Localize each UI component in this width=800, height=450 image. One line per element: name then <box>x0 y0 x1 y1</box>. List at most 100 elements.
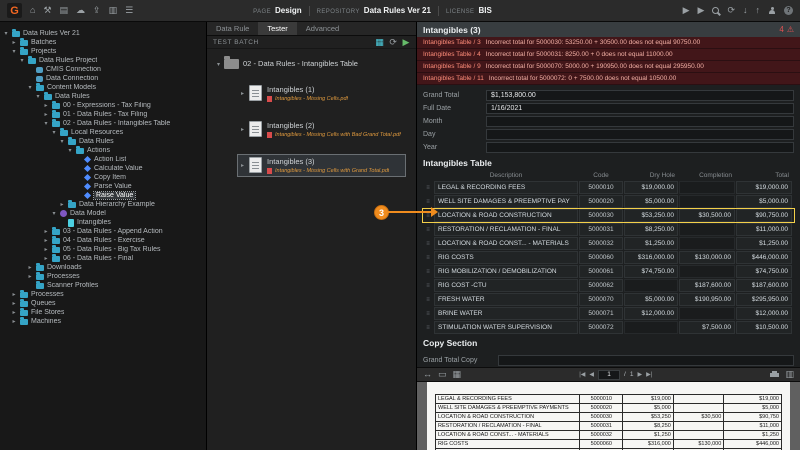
expand-arrow-icon[interactable]: ▾ <box>3 31 9 37</box>
col-header-dry-hole[interactable]: Dry Hole <box>624 172 678 179</box>
last-page-icon[interactable]: ▶| <box>646 371 652 378</box>
batches-icon[interactable]: ▤ <box>60 6 69 15</box>
tree-item-cmis-connection[interactable]: CMIS Connection <box>0 65 206 74</box>
cell-code[interactable]: 5000060 <box>579 251 623 264</box>
tab-data-rule[interactable]: Data Rule <box>207 22 258 35</box>
tree-item-01-data-rules-tax-filing[interactable]: ▸01 - Data Rules - Tax Filing <box>0 110 206 119</box>
run-all-icon[interactable]: ▶ <box>698 6 705 15</box>
col-header-description[interactable]: Description <box>434 172 578 179</box>
tree-item-04-data-rules-exercise[interactable]: ▸04 - Data Rules - Exercise <box>0 236 206 245</box>
fit-width-icon[interactable]: ↔ <box>423 370 432 379</box>
cell-code[interactable]: 5000032 <box>579 237 623 250</box>
expand-arrow-icon[interactable]: ▸ <box>43 103 49 109</box>
next-page-icon[interactable]: ▶ <box>637 371 642 378</box>
cell-total[interactable]: $5,000.00 <box>736 195 792 208</box>
expand-arrow-icon[interactable]: ▸ <box>59 202 65 208</box>
expand-arrow-icon[interactable]: ▸ <box>11 319 17 325</box>
tab-tester[interactable]: Tester <box>258 22 296 35</box>
cell-description[interactable]: STIMULATION WATER SUPERVISION <box>434 321 578 334</box>
cell-dry-hole[interactable]: $19,000.00 <box>624 181 678 194</box>
tree-item-data-connection[interactable]: Data Connection <box>0 74 206 83</box>
cell-completion[interactable] <box>679 195 735 208</box>
page-number-input[interactable]: 1 <box>598 370 620 380</box>
cell-completion[interactable] <box>679 181 735 194</box>
tree-item-03-data-rules-append-action[interactable]: ▸03 - Data Rules - Append Action <box>0 227 206 236</box>
run-icon[interactable]: ▶ <box>683 6 690 15</box>
tree-item-processes[interactable]: ▸Processes <box>0 272 206 281</box>
expand-arrow-icon[interactable]: ▸ <box>11 310 17 316</box>
row-handle-icon[interactable]: ≡ <box>423 321 433 334</box>
expand-arrow-icon[interactable]: ▸ <box>11 301 17 307</box>
validation-error[interactable]: Intangibles Table / 3Incorrect total for… <box>417 37 800 49</box>
expand-arrow-icon[interactable]: ▾ <box>19 58 25 64</box>
cell-description[interactable]: WELL SITE DAMAGES & PREEMPTIVE PAY <box>434 195 578 208</box>
table-row-well-site-damages-preemptive-pay[interactable]: ≡WELL SITE DAMAGES & PREEMPTIVE PAY50000… <box>423 195 794 208</box>
cell-dry-hole[interactable]: $5,000.00 <box>624 195 678 208</box>
validation-error[interactable]: Intangibles Table / 9Incorrect total for… <box>417 61 800 73</box>
cell-dry-hole[interactable]: $5,000.00 <box>624 293 678 306</box>
expand-arrow-icon[interactable]: ▾ <box>43 121 49 127</box>
tree-item-processes[interactable]: ▸Processes <box>0 290 206 299</box>
user-icon[interactable] <box>768 7 776 15</box>
help-icon[interactable]: ? <box>784 6 793 15</box>
cell-total[interactable]: $74,750.00 <box>736 265 792 278</box>
expand-arrow-icon[interactable]: ▸ <box>11 292 17 298</box>
tree-item-content-models[interactable]: ▾Content Models <box>0 83 206 92</box>
cell-code[interactable]: 5000031 <box>579 223 623 236</box>
expand-arrow-icon[interactable]: ▸ <box>241 126 244 133</box>
cell-dry-hole[interactable] <box>624 321 678 334</box>
col-header-completion[interactable]: Completion <box>679 172 735 179</box>
field-value[interactable] <box>486 129 794 140</box>
expand-arrow-icon[interactable]: ▸ <box>43 256 49 262</box>
thumbnail-grid-icon[interactable]: ▦ <box>453 370 462 379</box>
cell-total[interactable]: $10,500.00 <box>736 321 792 334</box>
tree-item-data-model[interactable]: ▾Data Model <box>0 209 206 218</box>
row-handle-icon[interactable]: ≡ <box>423 223 433 236</box>
cell-completion[interactable] <box>679 265 735 278</box>
table-row-rig-costs[interactable]: ≡RIG COSTS5000060$316,000.00$130,000.00$… <box>423 251 794 264</box>
fit-page-icon[interactable]: ▭ <box>438 370 447 379</box>
row-handle-icon[interactable]: ≡ <box>423 307 433 320</box>
expand-arrow-icon[interactable]: ▾ <box>27 85 33 91</box>
table-row-stimulation-water-supervision[interactable]: ≡STIMULATION WATER SUPERVISION5000072$7,… <box>423 321 794 334</box>
table-row-location-road-construction[interactable]: ≡LOCATION & ROAD CONSTRUCTION5000030$53,… <box>423 209 794 222</box>
expand-arrow-icon[interactable]: ▸ <box>27 274 33 280</box>
cell-dry-hole[interactable] <box>624 279 678 292</box>
expand-arrow-icon[interactable]: ▾ <box>11 49 17 55</box>
expand-arrow-icon[interactable]: ▸ <box>241 90 244 97</box>
cell-total[interactable]: $1,250.00 <box>736 237 792 250</box>
cell-completion[interactable]: $130,000.00 <box>679 251 735 264</box>
download-icon[interactable]: ↓ <box>743 6 748 15</box>
cell-completion[interactable]: $187,600.00 <box>679 279 735 292</box>
tree-item-05-data-rules-big-tax-rules[interactable]: ▸05 - Data Rules - Big Tax Rules <box>0 245 206 254</box>
cell-dry-hole[interactable]: $8,250.00 <box>624 223 678 236</box>
tree-item-02-data-rules-intangibles-table[interactable]: ▾02 - Data Rules - Intangibles Table <box>0 119 206 128</box>
expand-arrow-icon[interactable]: ▸ <box>27 265 33 271</box>
expand-arrow-icon[interactable]: ▾ <box>51 130 57 136</box>
validation-error[interactable]: Intangibles Table / 4Incorrect total for… <box>417 49 800 61</box>
row-handle-icon[interactable]: ≡ <box>423 181 433 194</box>
table-row-location-road-const-materials[interactable]: ≡LOCATION & ROAD CONST... - MATERIALS500… <box>423 237 794 250</box>
tree-item-data-rules[interactable]: ▾Data Rules <box>0 92 206 101</box>
home-icon[interactable]: ⌂ <box>30 6 35 15</box>
doc-item-intangibles-1[interactable]: ▸Intangibles (1)Intangibles - Missing Ce… <box>237 82 406 105</box>
tree-item-downloads[interactable]: ▸Downloads <box>0 263 206 272</box>
cell-code[interactable]: 5000070 <box>579 293 623 306</box>
cell-dry-hole[interactable]: $53,250.00 <box>624 209 678 222</box>
stats-icon[interactable]: ▥ <box>109 6 118 15</box>
tree-item-parse-value[interactable]: Parse Value <box>0 182 206 191</box>
expand-arrow-icon[interactable]: ▾ <box>35 94 41 100</box>
first-page-icon[interactable]: |◀ <box>579 371 585 378</box>
cell-code[interactable]: 5000061 <box>579 265 623 278</box>
cell-description[interactable]: RESTORATION / RECLAMATION - FINAL <box>434 223 578 236</box>
row-handle-icon[interactable]: ≡ <box>423 293 433 306</box>
cell-completion[interactable]: $190,950.00 <box>679 293 735 306</box>
expand-arrow-icon[interactable]: ▸ <box>43 247 49 253</box>
field-value[interactable] <box>486 142 794 153</box>
tree-item-local-resources[interactable]: ▾Local Resources <box>0 128 206 137</box>
import-icon[interactable]: ⇪ <box>93 6 101 15</box>
tab-advanced[interactable]: Advanced <box>297 22 348 35</box>
tree-item-data-rules-project[interactable]: ▾Data Rules Project <box>0 56 206 65</box>
cloud-icon[interactable]: ☁ <box>76 6 85 15</box>
cell-dry-hole[interactable]: $1,250.00 <box>624 237 678 250</box>
